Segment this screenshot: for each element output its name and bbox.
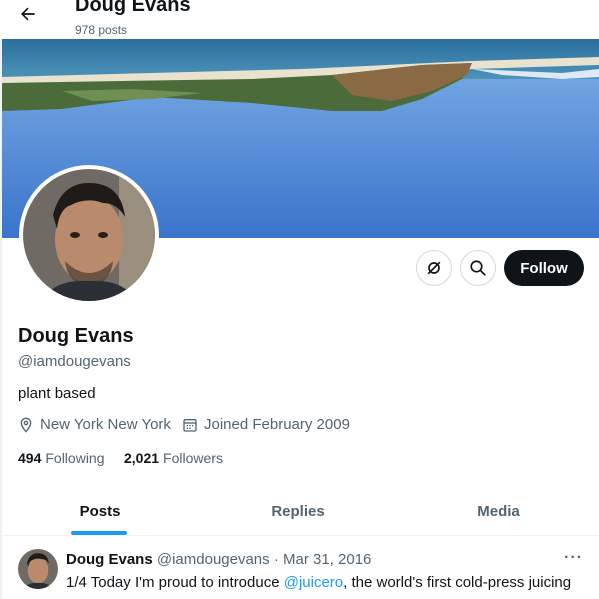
profile-tabs: Posts Replies Media — [2, 487, 599, 536]
tweet-header: Doug Evans @iamdougevans · Mar 31, 2016 — [66, 551, 371, 568]
profile-joined: Joined February 2009 — [182, 416, 350, 433]
tweet-more-button[interactable]: ··· — [564, 549, 583, 567]
header-post-count: 978 posts — [75, 23, 128, 37]
tweet-author-name[interactable]: Doug Evans — [66, 551, 153, 568]
profile-bio: plant based — [18, 385, 96, 402]
back-arrow-icon — [21, 7, 35, 21]
joined-text: Joined February 2009 — [204, 416, 350, 433]
location-text: New York New York — [40, 416, 171, 433]
back-button[interactable] — [14, 2, 42, 26]
followers-label: Followers — [163, 450, 223, 466]
calendar-icon — [183, 418, 197, 432]
profile-location: New York New York — [18, 416, 171, 433]
profile-header-bar: Doug Evans 978 posts — [0, 0, 599, 39]
tweet-separator: · — [273, 551, 279, 568]
tab-posts[interactable]: Posts — [2, 487, 198, 536]
turn-on-notifications-button[interactable] — [416, 250, 452, 286]
profile-avatar[interactable] — [19, 165, 159, 305]
tweet-avatar[interactable] — [18, 549, 58, 589]
following-label: Following — [45, 450, 105, 466]
tweet-text: 1/4 Today I'm proud to introduce @juicer… — [66, 573, 586, 593]
profile-name: Doug Evans — [18, 325, 134, 347]
tab-replies[interactable]: Replies — [198, 487, 398, 536]
tab-media[interactable]: Media — [398, 487, 599, 536]
tweet-date[interactable]: Mar 31, 2016 — [283, 551, 371, 568]
follow-button[interactable]: Follow — [504, 250, 584, 286]
followers-count: 2,021 — [124, 450, 160, 466]
tweet-item[interactable]: Doug Evans @iamdougevans · Mar 31, 2016 … — [2, 537, 599, 599]
active-tab-indicator — [71, 531, 127, 535]
search-icon — [470, 260, 486, 276]
tweet-text-end: , the world's first cold-press juicing — [343, 574, 572, 591]
tweet-author-handle[interactable]: @iamdougevans — [157, 551, 270, 568]
profile-handle: @iamdougevans — [18, 353, 131, 370]
followers-link[interactable]: 2,021 Followers — [124, 450, 223, 466]
search-profile-button[interactable] — [460, 250, 496, 286]
following-count: 494 — [18, 450, 42, 466]
location-pin-icon — [20, 417, 32, 433]
following-link[interactable]: 494 Following — [18, 450, 105, 466]
tweet-text-start: 1/4 Today I'm proud to introduce — [66, 574, 284, 591]
no-notifications-icon — [427, 261, 441, 275]
tweet-mention-link[interactable]: @juicero — [284, 574, 343, 591]
header-title: Doug Evans — [75, 0, 191, 16]
